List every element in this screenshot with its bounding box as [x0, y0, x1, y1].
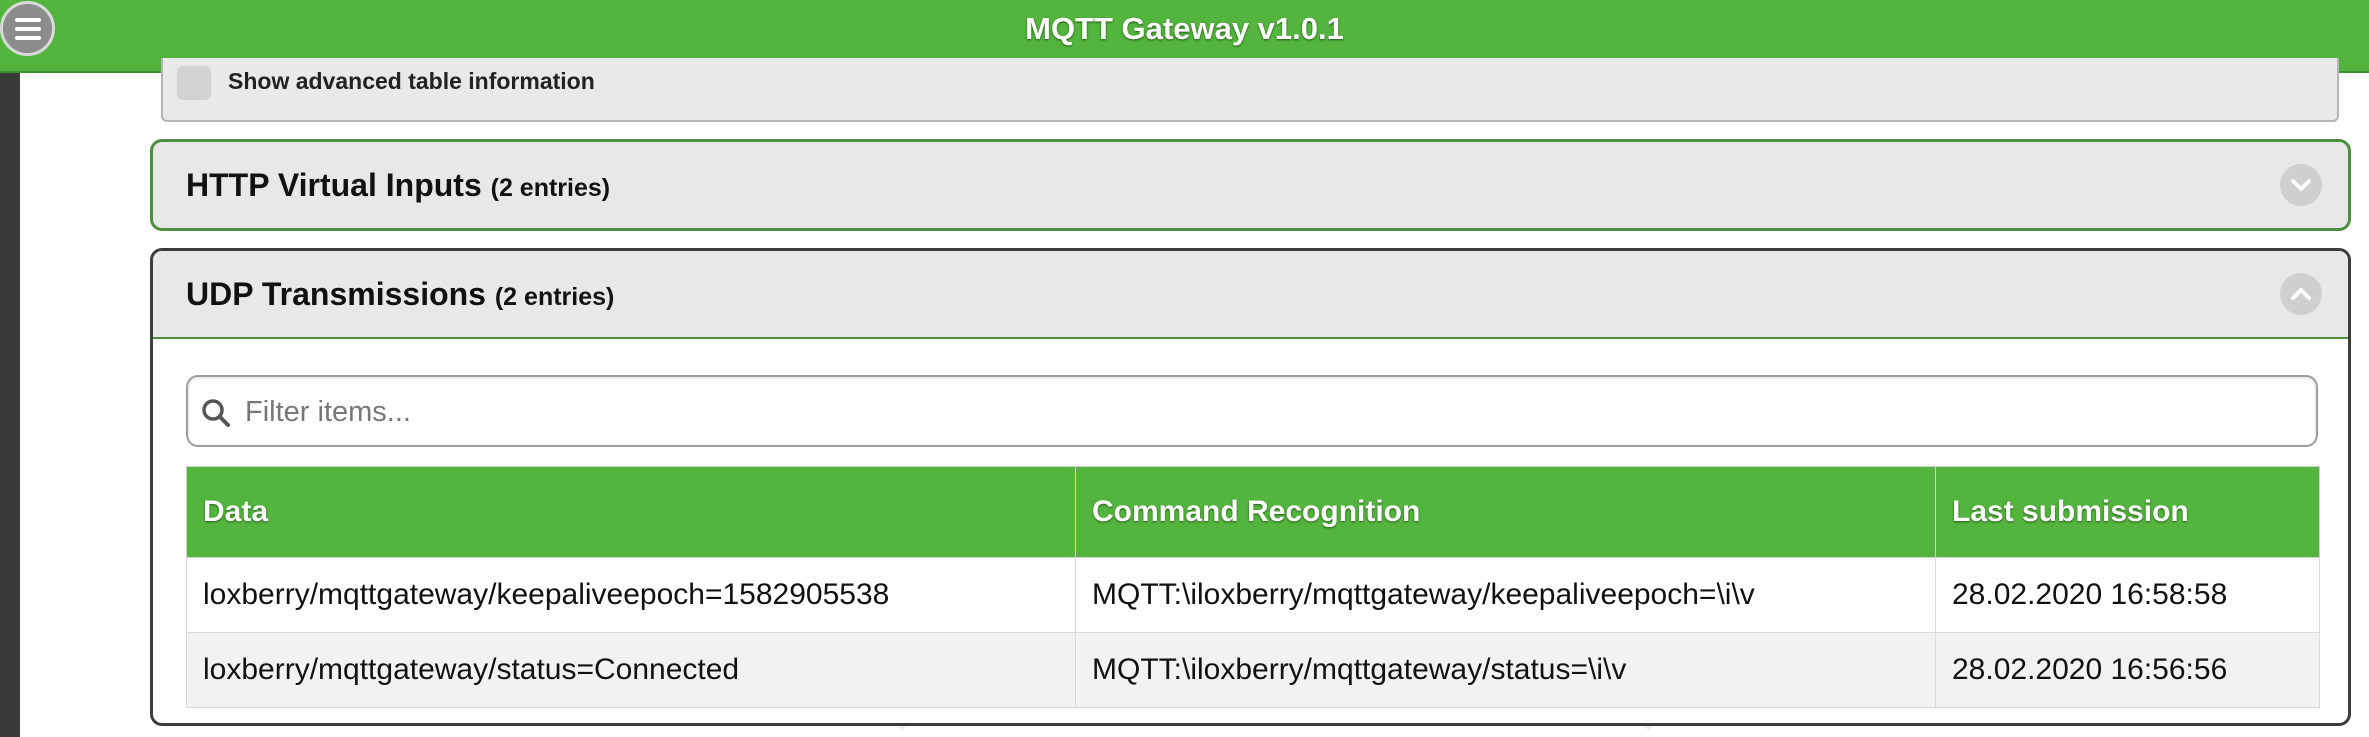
menu-bar-icon: [14, 35, 41, 40]
section-title-text: UDP Transmissions: [186, 276, 486, 312]
menu-button[interactable]: [0, 1, 55, 56]
cell-data: loxberry/mqttgateway/keepaliveepoch=1582…: [186, 557, 1076, 633]
section-entry-count: (2 entries): [494, 283, 615, 311]
cell-data: loxberry/mqttgateway/status=Connected: [186, 632, 1076, 708]
udp-transmissions-header[interactable]: UDP Transmissions (2 entries): [153, 251, 2348, 339]
cell-last-submission: 28.02.2020 16:56:56: [1935, 632, 2320, 708]
column-header-last-submission[interactable]: Last submission: [1935, 466, 2320, 558]
cell-command-recognition: MQTT:\iloxberry/mqttgateway/keepaliveepo…: [1075, 557, 1936, 633]
table-row[interactable]: loxberry/mqttgateway/keepaliveepoch=1582…: [186, 557, 2320, 633]
filter-input[interactable]: [243, 385, 2307, 439]
menu-bar-icon: [14, 26, 41, 31]
section-title-text: HTTP Virtual Inputs: [186, 167, 482, 203]
menu-bar-icon: [14, 17, 41, 22]
section-entry-count: (2 entries): [490, 174, 611, 202]
udp-transmissions-section: UDP Transmissions (2 entries) Data Comma…: [150, 248, 2351, 726]
udp-transmissions-table: Data Command Recognition Last submission…: [186, 466, 2320, 708]
app-title: MQTT Gateway v1.0.1: [1025, 11, 1344, 46]
http-virtual-inputs-header[interactable]: HTTP Virtual Inputs (2 entries): [153, 142, 2348, 228]
cell-command-recognition: MQTT:\iloxberry/mqttgateway/status=\i\v: [1075, 632, 1936, 708]
chevron-down-icon[interactable]: [2280, 164, 2322, 206]
advanced-info-label[interactable]: Show advanced table information: [228, 68, 595, 95]
column-header-data[interactable]: Data: [186, 466, 1076, 558]
column-header-command-recognition[interactable]: Command Recognition: [1075, 466, 1936, 558]
http-virtual-inputs-section: HTTP Virtual Inputs (2 entries): [150, 139, 2351, 231]
left-edge-strip: [0, 0, 20, 737]
cell-last-submission: 28.02.2020 16:58:58: [1935, 557, 2320, 633]
advanced-info-checkbox[interactable]: [177, 66, 211, 100]
section-title: UDP Transmissions (2 entries): [186, 251, 614, 340]
table-row[interactable]: loxberry/mqttgateway/status=Connected MQ…: [186, 632, 2320, 708]
table-header-row: Data Command Recognition Last submission: [186, 466, 2320, 558]
chevron-up-icon[interactable]: [2280, 273, 2322, 315]
advanced-options-panel: Show advanced table information: [161, 58, 2339, 122]
filter-box: [186, 375, 2318, 447]
section-title: HTTP Virtual Inputs (2 entries): [186, 142, 611, 228]
search-icon: [202, 399, 230, 427]
